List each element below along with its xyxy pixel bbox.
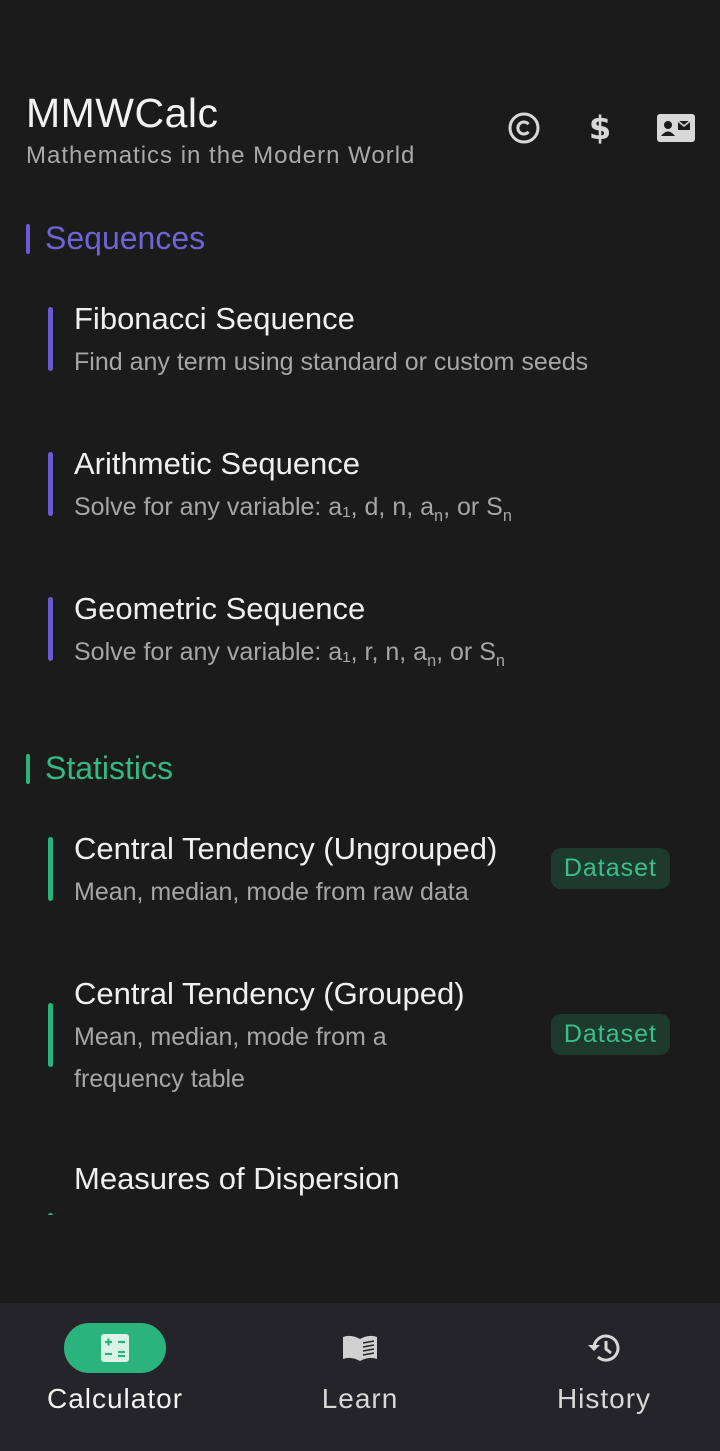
nav-label: Learn (321, 1383, 399, 1414)
dollar-icon[interactable]: $ (580, 108, 620, 148)
item-description: Mean, median, mode from raw data (74, 878, 469, 906)
item-accent (48, 307, 53, 371)
list-item-geometric[interactable]: Geometric Sequence Solve for any variabl… (22, 575, 696, 705)
section-accent (26, 753, 30, 784)
nav-calculator[interactable]: Calculator (0, 1303, 235, 1451)
item-description: Find any term using standard or custom s… (74, 348, 589, 376)
dataset-badge: Dataset (550, 848, 670, 889)
contact-card-icon[interactable] (656, 108, 696, 148)
section-accent (26, 223, 30, 254)
svg-text:$: $ (589, 111, 611, 145)
list-item-arithmetic[interactable]: Arithmetic Sequence Solve for any variab… (22, 430, 696, 560)
item-description: Mean, median, mode from a frequency tabl… (74, 1023, 387, 1093)
dataset-badge: Dataset (550, 1014, 670, 1055)
section-sequences: Sequences (26, 220, 205, 257)
item-accent (48, 1003, 53, 1067)
item-label: Geometric Sequence (74, 591, 366, 626)
app-header: MMWCalc Mathematics in the Modern World (26, 88, 415, 170)
item-label: Measures of Dispersion (74, 1161, 400, 1196)
item-accent (48, 837, 53, 901)
nav-label: Calculator (46, 1383, 184, 1414)
item-label: Central Tendency (Ungrouped) (74, 831, 498, 866)
app-subtitle: Mathematics in the Modern World (26, 142, 416, 169)
app-title: MMWCalc (26, 90, 219, 136)
item-label: Fibonacci Sequence (74, 301, 355, 336)
book-icon (309, 1323, 411, 1373)
list-item-central-tendency-grouped[interactable]: Central Tendency (Grouped) Mean, median,… (22, 960, 696, 1120)
scroll-clip (0, 1215, 720, 1303)
item-accent (48, 452, 53, 516)
nav-label: History (556, 1383, 652, 1414)
header-actions: $ (468, 108, 696, 148)
calculator-icon (64, 1323, 166, 1373)
item-label: Arithmetic Sequence (74, 446, 361, 481)
history-icon (553, 1323, 655, 1373)
nav-history[interactable]: History (484, 1303, 720, 1451)
list-item-central-tendency-ungrouped[interactable]: Central Tendency (Ungrouped) Mean, media… (22, 815, 696, 935)
section-title: Statistics (45, 750, 174, 786)
copyright-icon[interactable] (504, 108, 544, 148)
bottom-navigation: Calculator Learn History (0, 1303, 720, 1451)
nav-learn[interactable]: Learn (240, 1303, 480, 1451)
list-item-fibonacci[interactable]: Fibonacci Sequence Find any term using s… (22, 285, 696, 415)
item-label: Central Tendency (Grouped) (74, 976, 465, 1011)
item-description: Solve for any variable: a₁, d, n, an, or… (74, 493, 512, 525)
item-description: Solve for any variable: a₁, r, n, an, or… (74, 638, 505, 670)
section-title: Sequences (45, 220, 206, 256)
item-accent (48, 597, 53, 661)
section-statistics: Statistics (26, 750, 173, 787)
